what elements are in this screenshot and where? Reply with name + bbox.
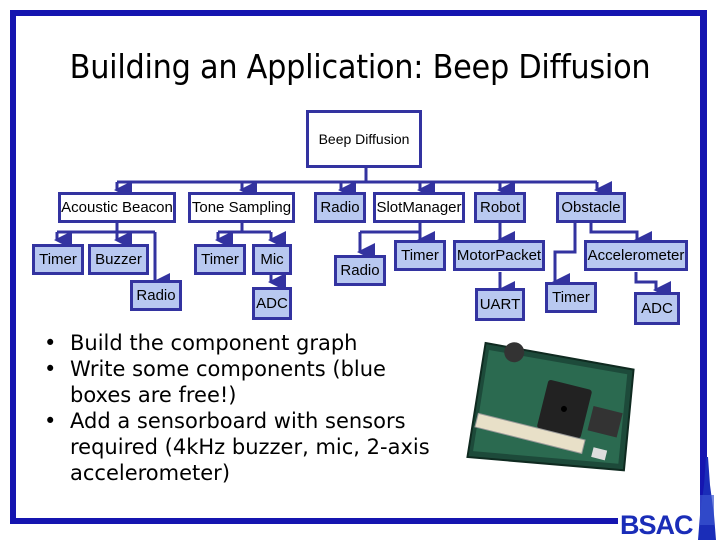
edge-accel-adc <box>634 272 671 299</box>
bullet-item: Write some components (blue boxes are fr… <box>42 356 442 408</box>
bullet-item: Build the component graph <box>42 330 442 356</box>
edge-obstacle-timer <box>552 222 577 291</box>
node-robot: Robot <box>474 192 526 223</box>
node-tone-sampling: Tone Sampling <box>188 192 295 223</box>
edge-slot-bus <box>360 222 422 234</box>
edge-obstacle-accel <box>589 222 652 249</box>
node-tone-timer: Timer <box>194 244 246 275</box>
edge-tone-bus <box>218 222 271 234</box>
node-adc-accel: ADC <box>634 292 680 325</box>
node-obstacle: Obstacle <box>556 192 626 223</box>
node-motorpacket: MotorPacket <box>453 240 545 271</box>
node-acoustic-radio: Radio <box>130 280 182 311</box>
node-accelerometer: Accelerometer <box>584 240 688 271</box>
node-buzzer: Buzzer <box>88 244 149 275</box>
node-acoustic-timer: Timer <box>32 244 84 275</box>
node-beep-diffusion: Beep Diffusion <box>306 110 422 168</box>
node-uart: UART <box>475 288 525 321</box>
node-adc-mic: ADC <box>252 287 292 320</box>
node-slot-radio: Radio <box>334 255 386 286</box>
node-obstacle-timer: Timer <box>545 282 597 313</box>
node-radio: Radio <box>314 192 366 223</box>
node-mic: Mic <box>252 244 292 275</box>
node-slotmanager: SlotManager <box>373 192 465 223</box>
bullet-list: Build the component graph Write some com… <box>42 330 442 486</box>
bsac-logo-text: BSAC <box>620 510 694 540</box>
node-acoustic-beacon: Acoustic Beacon <box>58 192 176 223</box>
bullet-item: Add a sensorboard with sensors required … <box>42 408 442 486</box>
edge-acoustic-bus <box>57 222 155 234</box>
node-slot-timer: Timer <box>394 240 446 271</box>
